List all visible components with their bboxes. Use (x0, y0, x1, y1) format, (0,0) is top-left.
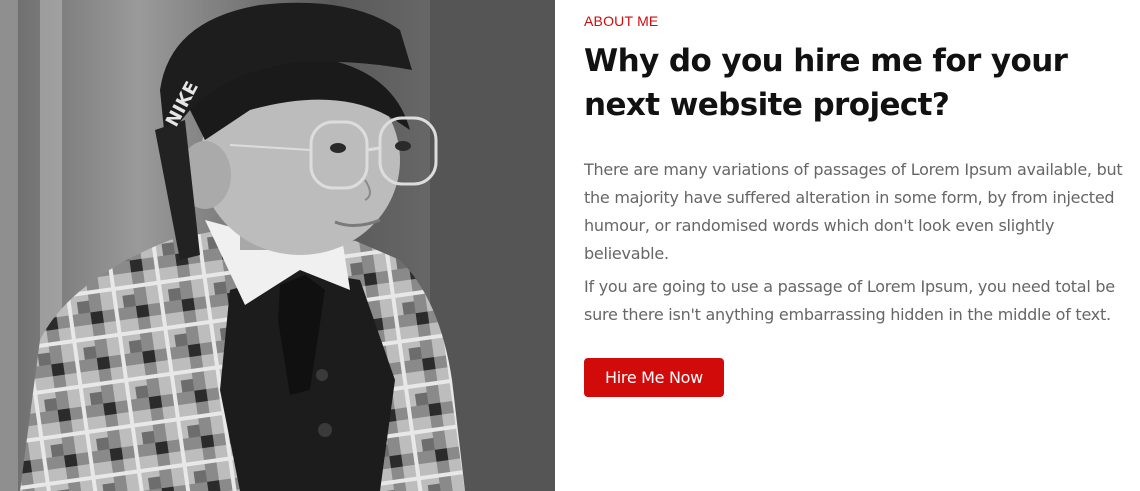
about-paragraph-1: There are many variations of passages of… (584, 160, 1123, 263)
about-section: NIKE ABOUT ME Why do you hire me for you… (0, 0, 1140, 491)
section-heading: Why do you hire me for your next website… (584, 43, 1068, 123)
about-paragraph-2: If you are going to use a passage of Lor… (584, 277, 1115, 324)
about-content: ABOUT ME Why do you hire me for your nex… (555, 0, 1140, 491)
section-eyebrow: ABOUT ME (584, 13, 659, 29)
hire-me-button[interactable]: Hire Me Now (584, 358, 724, 397)
profile-photo: NIKE (0, 0, 555, 491)
